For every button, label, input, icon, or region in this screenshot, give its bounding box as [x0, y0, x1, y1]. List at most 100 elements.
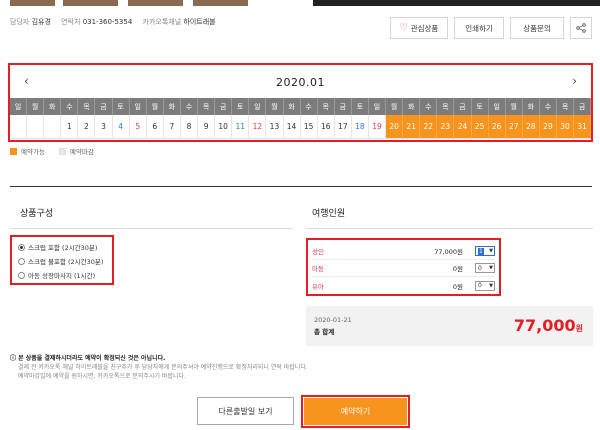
weekday-cell: 일 [489, 98, 506, 115]
date-cell: 9 [198, 115, 216, 139]
date-cell[interactable]: 29 [539, 115, 557, 139]
infant-qty-select[interactable]: 0 ▼ [475, 280, 495, 291]
option-item[interactable]: 스크럽 포함 (2시간30분) [18, 240, 106, 254]
weekday-cell: 화 [523, 98, 540, 115]
traveler-row-adult: 성인 77,000원 1 ▼ [312, 243, 495, 260]
booking-notice: ⓘ 본 상품을 결제하시더라도 예약이 확정되신 것은 아닙니다. 결제 전 카… [10, 355, 308, 380]
print-button[interactable]: 인쇄하기 [454, 17, 504, 39]
calendar-legend: 예약가능 예약마감 [10, 146, 94, 156]
date-cell[interactable]: 24 [454, 115, 472, 139]
date-cell: 16 [317, 115, 335, 139]
date-cell: 8 [180, 115, 199, 139]
weekday-cell: 월 [386, 98, 404, 115]
weekday-cell: 금 [335, 98, 352, 115]
contact-info: 담당자 김유경 연락처 031-360-5354 카카오톡채널 하이트래블 [10, 18, 216, 26]
traveler-row-child: 아동 0원 0 ▼ [312, 260, 495, 277]
empty-date-cell [10, 115, 28, 139]
date-cell[interactable]: 21 [403, 115, 421, 139]
chevron-down-icon: ▼ [489, 265, 493, 271]
date-row: 1 2 3 4 5 6 7 8 9 10 11 12 13 14 15 16 17 18 19 20 21 22 23 24 2… [10, 115, 592, 139]
weekday-header-row: 일월화수목금토일월화수목금토일월화수목금토일월화수목금토일월화수목금 [10, 98, 592, 115]
wishlist-button[interactable]: ♡ 관심상품 [390, 17, 448, 39]
date-cell: 4 [112, 115, 130, 139]
weekday-cell: 금 [454, 98, 472, 115]
book-button[interactable]: 예약하기 [304, 398, 407, 425]
empty-date-cell [44, 115, 62, 139]
weekday-cell: 수 [301, 98, 318, 115]
total-amount: 77,000원 [513, 316, 583, 335]
closed-swatch [58, 147, 66, 155]
date-cell: 5 [129, 115, 147, 139]
date-cell[interactable]: 22 [420, 115, 438, 139]
date-cell[interactable]: 25 [471, 115, 489, 139]
weekday-cell: 수 [540, 98, 557, 115]
book-button-highlight: 예약하기 [301, 395, 410, 428]
date-cell: 14 [283, 115, 301, 139]
date-cell[interactable]: 31 [574, 115, 592, 139]
weekday-cell: 월 [27, 98, 45, 115]
empty-date-cell [27, 115, 45, 139]
date-cell: 7 [163, 115, 181, 139]
legend-available-label: 예약가능 [21, 148, 45, 156]
weekday-cell: 일 [10, 98, 28, 115]
weekday-cell: 월 [147, 98, 164, 115]
date-cell[interactable]: 20 [386, 115, 404, 139]
weekday-cell: 토 [113, 98, 130, 115]
weekday-cell: 금 [215, 98, 233, 115]
date-cell[interactable]: 27 [505, 115, 523, 139]
weekday-cell: 토 [472, 98, 489, 115]
weekday-cell: 목 [198, 98, 216, 115]
radio-icon[interactable] [18, 257, 25, 265]
option-item[interactable]: 아동 성장마사지 (1시간) [18, 268, 106, 282]
chevron-down-icon: ▼ [489, 282, 493, 289]
weekday-cell: 월 [266, 98, 284, 115]
date-cell[interactable]: 26 [488, 115, 506, 139]
weekday-cell: 토 [352, 98, 369, 115]
date-cell: 6 [146, 115, 164, 139]
info-icon: ⓘ [10, 355, 19, 362]
weekday-cell: 수 [181, 98, 199, 115]
travelers-title: 여행인원 [312, 209, 346, 219]
weekday-cell: 목 [437, 98, 455, 115]
inquiry-button[interactable]: 상품문의 [510, 17, 564, 39]
date-cell: 13 [266, 115, 284, 139]
next-month-button[interactable]: › [572, 74, 577, 88]
option-item[interactable]: 스크럽 불포함 (2시간30분) [18, 254, 106, 268]
options-title-line [10, 228, 292, 229]
weekday-cell: 수 [61, 98, 79, 115]
product-actions: ♡ 관심상품 인쇄하기 상품문의 [390, 17, 592, 39]
available-swatch [10, 147, 17, 155]
product-image-strip [10, 0, 600, 6]
date-cell: 11 [232, 115, 250, 139]
weekday-cell: 금 [95, 98, 113, 115]
adult-qty-select[interactable]: 1 ▼ [475, 246, 495, 256]
manager-name: 김유경 [31, 18, 51, 26]
date-cell[interactable]: 30 [557, 115, 575, 139]
weekday-cell: 금 [574, 98, 592, 115]
share-icon [576, 23, 586, 33]
section-divider [10, 186, 592, 187]
weekday-cell: 수 [420, 98, 438, 115]
radio-icon[interactable] [18, 271, 25, 279]
options-title: 상품구성 [20, 209, 54, 219]
departure-calendar: ‹ 2020.01 › 일월화수목금토일월화수목금토일월화수목금토일월화수목금토… [8, 63, 593, 142]
date-cell: 3 [95, 115, 113, 139]
weekday-cell: 월 [506, 98, 523, 115]
date-cell[interactable]: 28 [522, 115, 540, 139]
date-cell[interactable]: 23 [437, 115, 455, 139]
child-qty-select[interactable]: 0 ▼ [475, 263, 495, 273]
heart-icon: ♡ [399, 23, 408, 33]
date-cell: 19 [368, 115, 387, 139]
weekday-cell: 목 [557, 98, 575, 115]
weekday-cell: 토 [232, 98, 250, 115]
travelers-title-line [306, 228, 593, 229]
radio-selected-icon[interactable] [18, 243, 25, 251]
other-dates-button[interactable]: 다른출발일 보기 [197, 397, 294, 425]
total-summary: 2020-01-21 총 합계 77,000원 [306, 306, 593, 346]
date-cell: 18 [351, 115, 369, 139]
traveler-count-box: 성인 77,000원 1 ▼ 아동 0원 0 ▼ 유아 0원 0 ▼ [306, 238, 501, 296]
calendar-month-title: 2020.01 [276, 76, 325, 89]
share-button[interactable] [570, 17, 592, 39]
kakao-channel: 하이트래블 [183, 18, 216, 26]
date-cell: 15 [300, 115, 318, 139]
